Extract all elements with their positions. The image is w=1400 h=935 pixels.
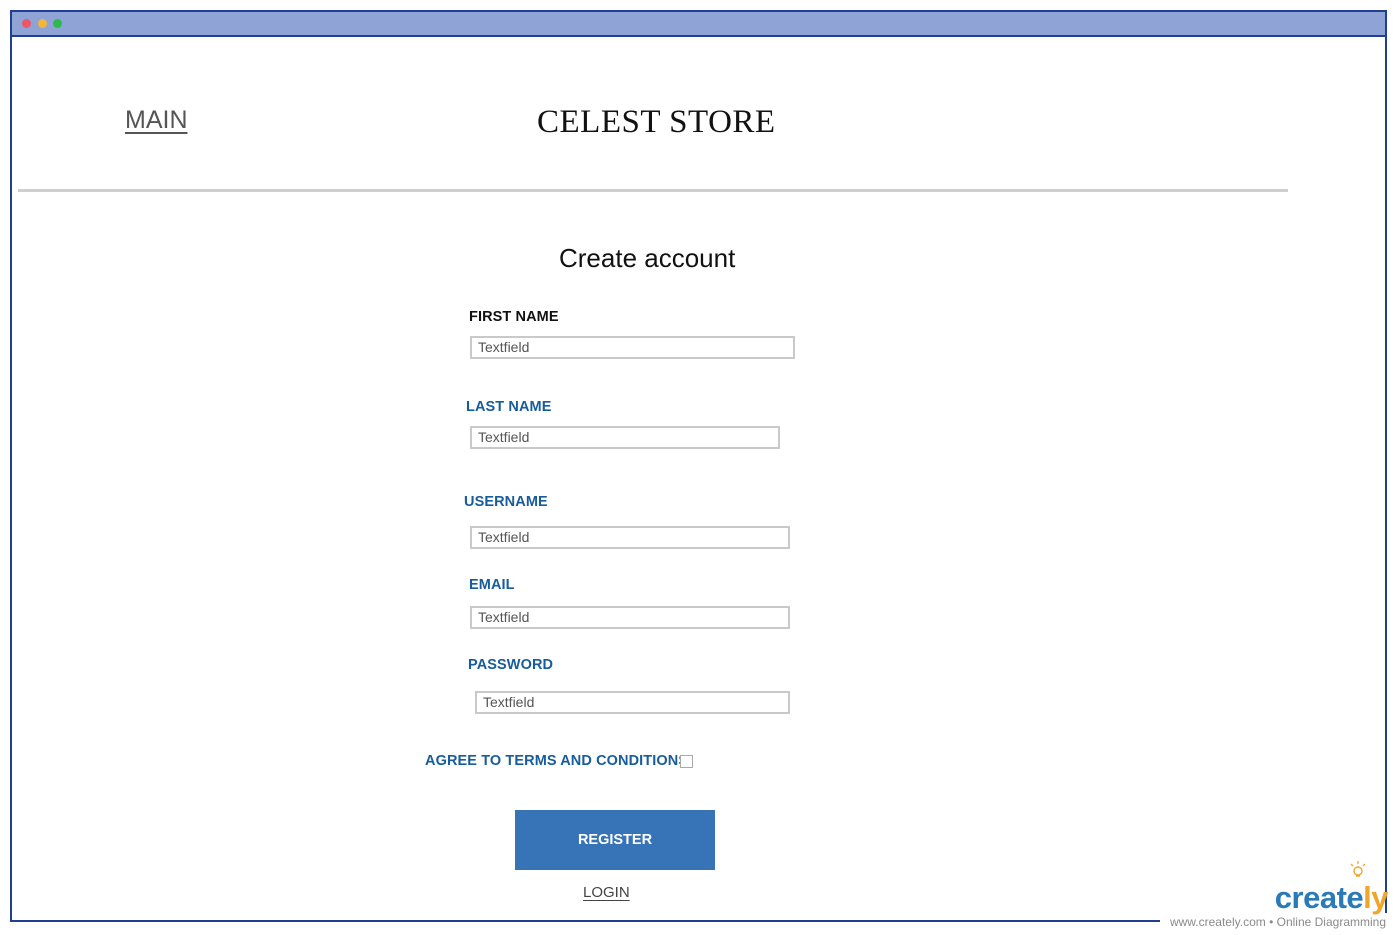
main-nav-link[interactable]: MAIN [125,106,188,135]
email-label: EMAIL [469,577,515,593]
last-name-field[interactable]: Textfield [470,426,780,449]
maximize-window-button[interactable] [53,19,62,28]
creately-logo-end: ly [1363,880,1388,915]
lightbulb-icon [1350,861,1366,877]
window-titlebar [12,12,1385,37]
store-title: CELEST STORE [537,104,776,140]
creately-logo-main: create [1274,880,1364,915]
watermark-footer: www.creately.com • Online Diagramming [1169,915,1386,929]
minimize-window-button[interactable] [38,19,47,28]
username-label: USERNAME [464,494,548,510]
email-field[interactable]: Textfield [470,606,790,629]
first-name-field[interactable]: Textfield [470,336,795,359]
creately-logo: creately [1274,880,1389,916]
first-name-label: FIRST NAME [469,309,559,325]
header-divider [18,189,1288,192]
register-button-label: REGISTER [577,832,653,848]
page-title: Create account [559,243,736,273]
register-button[interactable]: REGISTER [515,810,715,870]
login-link[interactable]: LOGIN [583,884,630,901]
close-window-button[interactable] [22,19,31,28]
agree-terms-checkbox[interactable] [680,755,693,768]
username-field[interactable]: Textfield [470,526,790,549]
password-label: PASSWORD [468,657,554,673]
agree-terms-label: AGREE TO TERMS AND CONDITIONS [425,753,689,769]
password-field[interactable]: Textfield [475,691,790,714]
browser-window [10,10,1387,922]
last-name-label: LAST NAME [466,399,552,415]
